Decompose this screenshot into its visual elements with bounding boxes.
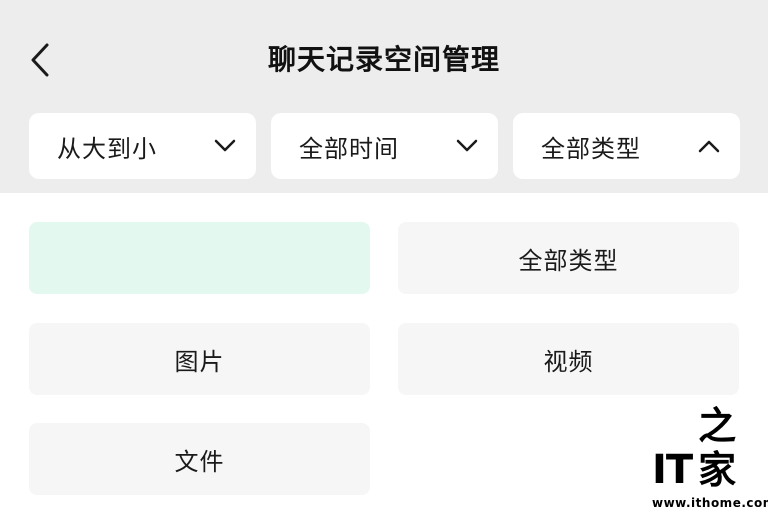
chevron-up-icon (698, 140, 720, 153)
page-title: 聊天记录空间管理 (267, 43, 500, 76)
type-option-label: 视频 (543, 347, 594, 376)
header-area: 聊天记录空间管理 从大到小 全部时间 全部类型 (0, 0, 768, 193)
logo-text-cn: 之家 (698, 404, 737, 492)
sort-order-dropdown[interactable]: 从大到小 (29, 113, 256, 179)
watermark-url: www.ithome.com (652, 496, 768, 510)
time-range-label: 全部时间 (299, 134, 399, 163)
ithome-logo: IT 之家 (652, 404, 760, 493)
type-option-label: 图片 (174, 347, 225, 376)
chevron-down-icon (456, 139, 478, 152)
type-option-images[interactable]: 图片 (29, 323, 370, 395)
type-option-label: 文件 (174, 447, 225, 476)
sort-order-label: 从大到小 (57, 134, 157, 163)
type-option-videos[interactable]: 视频 (398, 323, 739, 395)
type-label: 全部类型 (541, 134, 641, 163)
type-option-selected[interactable] (29, 222, 370, 294)
type-option-all[interactable]: 全部类型 (398, 222, 739, 294)
type-option-label: 全部类型 (518, 246, 619, 275)
chevron-down-icon (214, 139, 236, 152)
logo-text: IT (652, 447, 693, 493)
type-option-files[interactable]: 文件 (29, 423, 370, 495)
type-dropdown[interactable]: 全部类型 (513, 113, 740, 179)
ithome-watermark: IT 之家 www.ithome.com (652, 404, 768, 514)
time-range-dropdown[interactable]: 全部时间 (271, 113, 498, 179)
